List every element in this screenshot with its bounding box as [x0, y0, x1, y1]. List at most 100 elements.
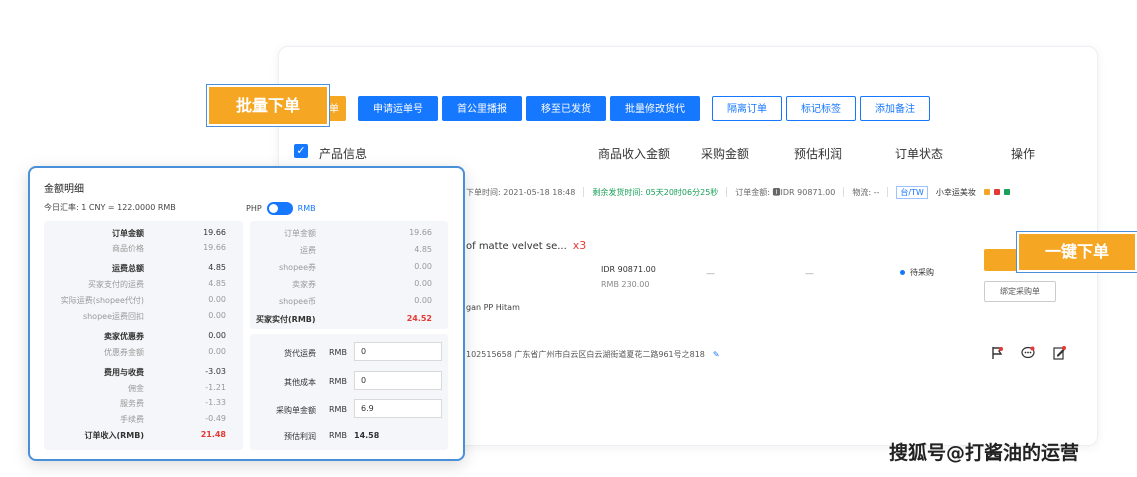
logistics: 物流: --	[852, 187, 880, 197]
purchase-amount-currency: RMB	[329, 405, 347, 414]
other-cost-currency: RMB	[329, 377, 347, 386]
flag-icon[interactable]	[990, 345, 1004, 359]
left-row-value: 19.66	[203, 243, 226, 252]
estimated-profit: —	[805, 269, 814, 279]
flag-green[interactable]	[1003, 189, 1010, 195]
estimated-profit-label: 预估利润	[284, 432, 316, 441]
forwarder-fee-input[interactable]: 0	[354, 342, 442, 361]
right-row-label: 买家实付(RMB)	[256, 315, 316, 324]
estimated-profit-value: 14.58	[354, 431, 380, 440]
left-row-value: 4.85	[208, 263, 226, 272]
watermark: 搜狐号@打酱油的运营	[889, 442, 1080, 464]
divider	[887, 187, 889, 197]
remaining-ship-time: 剩余发货时间: 05天20时06分25秒	[592, 187, 719, 197]
select-all-checkbox[interactable]: ✓	[294, 144, 308, 158]
left-row-label: 卖家优惠券	[104, 332, 144, 341]
left-row-label: 买家支付的运费	[88, 280, 144, 289]
bind-purchase-button[interactable]: 绑定采购单	[984, 281, 1056, 302]
left-row-value: 21.48	[200, 430, 226, 439]
other-cost-input[interactable]: 0	[354, 371, 442, 390]
exchange-rate: 今日汇率: 1 CNY = 122.0000 RMB	[44, 203, 176, 212]
divider	[583, 187, 585, 197]
right-row-value: 24.52	[406, 314, 432, 323]
order-time: 下单时间: 2021-05-18 18:48	[466, 187, 576, 197]
currency-php-label: PHP	[246, 204, 262, 213]
right-row-value: 0.00	[414, 296, 432, 305]
shop-name: 小幸运美妆	[935, 187, 976, 197]
mark-label-button[interactable]: 标记标签	[786, 96, 856, 121]
left-row-label: 商品价格	[112, 244, 144, 253]
add-note-button[interactable]: 添加备注	[860, 96, 930, 121]
forwarder-fee-label: 货代运费	[284, 349, 316, 358]
first-mile-report-button[interactable]: 首公里播报	[442, 96, 522, 121]
shop-region-tag: 台/TW	[896, 185, 928, 199]
right-row-value: 4.85	[414, 245, 432, 254]
header-purchase: 采购金额	[701, 147, 750, 161]
right-row-label: shopee券	[278, 263, 316, 272]
purchase-amount-input[interactable]: 6.9	[354, 399, 442, 418]
header-action: 操作	[1011, 147, 1036, 161]
other-cost-label: 其他成本	[284, 378, 316, 387]
left-row-label: 手续费	[120, 415, 144, 424]
move-to-shipped-button[interactable]: 移至已发货	[526, 96, 606, 121]
left-row-label: 实际运费(shopee代付)	[60, 296, 144, 305]
shipping-address: 102515658 广东省广州市白云区白云湖街道夏花二路961号之818 ✎	[466, 350, 720, 359]
product-quantity: x3	[572, 239, 587, 252]
order-amount: 订单金额: 🅸IDR 90871.00	[735, 187, 836, 197]
price-rmb: RMB 230.00	[601, 280, 650, 289]
header-profit: 预估利润	[794, 147, 843, 161]
toolbar: 单 申请运单号 首公里播报 移至已发货 批量修改货代 隔离订单 标记标签 添加备…	[322, 96, 930, 121]
edit-icon[interactable]: ✎	[713, 350, 720, 359]
left-row-value: -0.49	[205, 414, 226, 423]
left-row-label: 费用与收费	[104, 368, 144, 377]
header-income: 商品收入金额	[598, 147, 671, 161]
left-row-value: 0.00	[208, 295, 226, 304]
flag-orange[interactable]	[983, 189, 990, 195]
left-row-label: 优惠券金额	[104, 348, 144, 357]
batch-edit-forwarder-button[interactable]: 批量修改货代	[610, 96, 700, 121]
flag-red[interactable]	[993, 189, 1000, 195]
apply-waybill-button[interactable]: 申请运单号	[358, 96, 438, 121]
left-row-value: 4.85	[208, 279, 226, 288]
left-row-value: -1.21	[205, 383, 226, 392]
price-idr: IDR 90871.00	[601, 265, 656, 274]
currency-switch[interactable]	[266, 202, 293, 215]
product-name[interactable]: of matte velvet se... x3	[466, 239, 586, 252]
right-row-value: 0.00	[414, 279, 432, 288]
order-status: 待采购	[900, 267, 934, 278]
batch-order-callout: 批量下单	[207, 85, 329, 126]
estimated-profit-currency: RMB	[329, 431, 347, 440]
purchase-amount-label: 采购单金额	[276, 406, 316, 415]
left-row-value: -3.03	[205, 367, 226, 376]
isolate-order-button[interactable]: 隔离订单	[712, 96, 782, 121]
left-row-label: 运费总额	[112, 264, 144, 273]
left-row-value: 0.00	[208, 347, 226, 356]
right-row-label: 卖家券	[292, 280, 316, 289]
right-row-value: 0.00	[414, 262, 432, 271]
divider	[726, 187, 728, 197]
right-row-label: shopee币	[278, 297, 316, 306]
forwarder-fee-currency: RMB	[329, 348, 347, 357]
product-income: IDR 90871.00 RMB 230.00	[601, 262, 656, 292]
note-edit-icon[interactable]	[1052, 345, 1066, 360]
left-row-value: 19.66	[203, 228, 226, 237]
left-row-label: 佣金	[128, 384, 144, 393]
divider	[843, 187, 845, 197]
left-row-label: shopee运费回扣	[82, 312, 144, 321]
right-row-label: 运费	[300, 246, 316, 255]
one-click-order-callout: 一键下单	[1017, 232, 1137, 272]
left-row-label: 订单金额	[112, 229, 144, 238]
purchase-amount: —	[706, 269, 715, 279]
status-dot	[900, 270, 905, 275]
left-row-value: 0.00	[208, 311, 226, 320]
chat-icon[interactable]	[1021, 345, 1035, 359]
popup-title: 金额明细	[44, 184, 84, 195]
product-variant: gan PP Hitam	[466, 303, 520, 312]
right-row-label: 订单金额	[284, 229, 316, 238]
left-row-value: 0.00	[208, 331, 226, 340]
left-row-value: -1.33	[205, 398, 226, 407]
header-product: 产品信息	[319, 147, 368, 161]
left-row-label: 订单收入(RMB)	[84, 431, 144, 440]
currency-toggle[interactable]: PHP RMB	[246, 202, 316, 215]
action-icons	[990, 345, 1066, 360]
